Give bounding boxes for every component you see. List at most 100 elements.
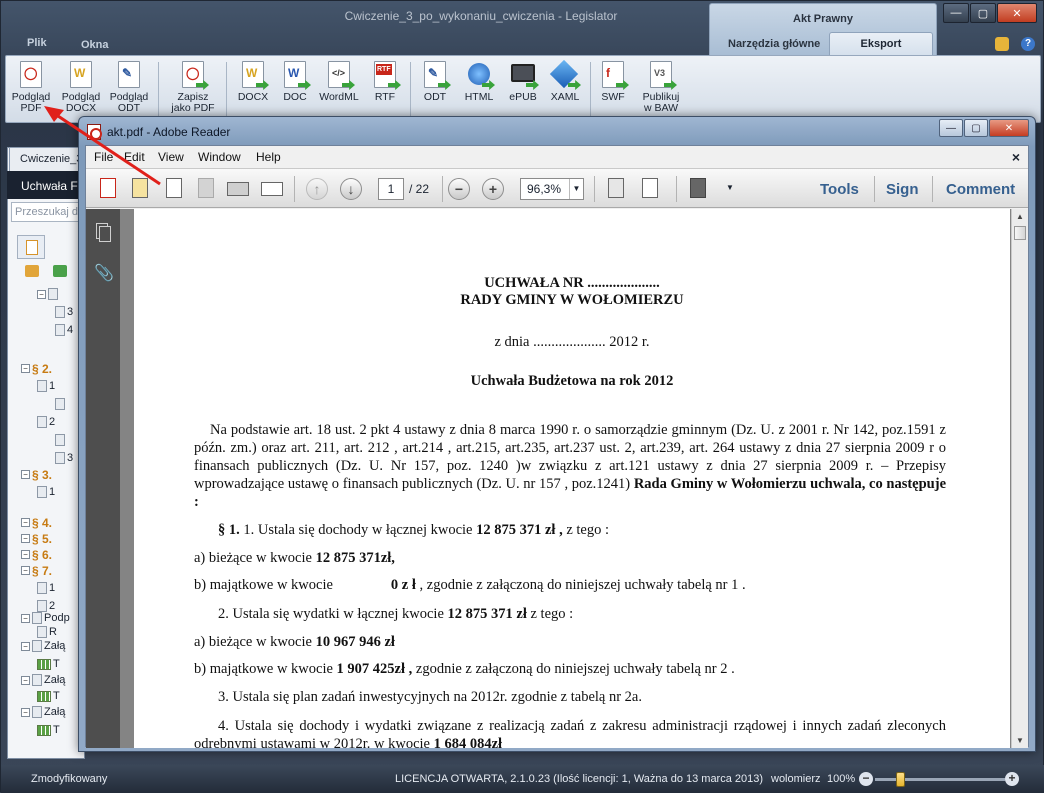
tab-eksport[interactable]: Eksport <box>829 32 933 56</box>
zoom-in-button[interactable]: + <box>1005 772 1019 786</box>
swf-button[interactable]: f SWF <box>590 58 636 122</box>
comment-pane-link[interactable]: Comment <box>946 181 1015 198</box>
edit-pdf-button[interactable] <box>162 177 186 201</box>
tree-node[interactable]: − § 6. <box>21 547 52 562</box>
expand-toggle-icon[interactable]: − <box>21 533 30 543</box>
full-screen-button[interactable] <box>686 177 710 201</box>
maximize-button[interactable]: ▢ <box>970 3 996 23</box>
expand-toggle-icon[interactable]: − <box>37 289 46 299</box>
odt-button[interactable]: ✎ ODT <box>412 58 458 122</box>
structure-search-input[interactable]: Przeszukaj do <box>11 202 85 222</box>
tree-node[interactable]: − Załą <box>21 705 65 719</box>
tree-node[interactable]: R <box>37 625 57 639</box>
folder-icon[interactable] <box>995 37 1009 51</box>
reader-maximize-button[interactable]: ▢ <box>964 119 988 137</box>
toolbar-overflow-icon[interactable]: ▼ <box>726 183 734 192</box>
tree-node[interactable]: − § 4. <box>21 515 52 530</box>
zapisz-jako-pdf-button[interactable]: ◯ Zapisz jako PDF <box>168 58 218 122</box>
tab-okna[interactable]: Okna <box>81 39 109 51</box>
wordml-button[interactable]: </> WordML <box>316 58 362 122</box>
create-pdf-button[interactable] <box>96 177 120 201</box>
tab-plik[interactable]: Plik <box>27 37 47 49</box>
scrollbar-thumb[interactable] <box>1014 226 1026 240</box>
tree-node[interactable]: − § 2. <box>21 361 52 376</box>
tree-node[interactable]: T <box>37 723 60 737</box>
menu-file[interactable]: File <box>94 150 113 164</box>
tree-node[interactable]: − Załą <box>21 639 65 653</box>
sign-pane-link[interactable]: Sign <box>886 181 919 198</box>
chevron-down-icon[interactable]: ▼ <box>569 179 583 199</box>
paperclip-icon[interactable]: 📎 <box>94 263 114 285</box>
previous-page-button[interactable]: ↑ <box>306 178 328 200</box>
zoom-slider-track[interactable] <box>875 778 1005 781</box>
expand-toggle-icon[interactable]: − <box>21 675 30 685</box>
epub-button[interactable]: ePUB <box>500 58 546 122</box>
document-close-icon[interactable]: × <box>1012 149 1020 165</box>
vertical-scrollbar[interactable]: ▲ ▼ <box>1011 209 1028 748</box>
podglad-docx-button[interactable]: W Podgląd DOCX <box>58 58 104 122</box>
print-button[interactable] <box>226 177 250 201</box>
tree-node[interactable]: 1 <box>37 379 55 393</box>
tree-node[interactable] <box>55 397 67 411</box>
tree-node[interactable]: T <box>37 657 60 671</box>
fit-width-button[interactable] <box>638 177 662 201</box>
reader-close-button[interactable]: ✕ <box>989 119 1029 137</box>
doc-button[interactable]: W DOC <box>272 58 318 122</box>
tree-node[interactable]: 3 <box>55 451 73 465</box>
tree-node[interactable]: 1 <box>37 581 55 595</box>
publikuj-w-baw-button[interactable]: V3 Publikuj w BAW <box>638 58 684 122</box>
close-button[interactable]: ✕ <box>997 3 1037 23</box>
fit-page-button[interactable] <box>604 177 628 201</box>
tree-node[interactable]: T <box>37 689 60 703</box>
document-tab[interactable]: Cwiczenie_3 <box>9 147 87 171</box>
expand-toggle-icon[interactable]: − <box>21 517 30 527</box>
scroll-down-icon[interactable]: ▼ <box>1016 736 1024 745</box>
tree-node[interactable]: − § 3. <box>21 467 52 482</box>
save-button[interactable] <box>194 177 218 201</box>
zoom-in-button[interactable]: + <box>482 178 504 200</box>
tree-node[interactable]: − <box>37 287 60 301</box>
zoom-out-button[interactable]: − <box>859 772 873 786</box>
tree-node[interactable]: 1 <box>37 485 55 499</box>
expand-toggle-icon[interactable]: − <box>21 565 30 575</box>
expand-toggle-icon[interactable]: − <box>21 707 30 717</box>
expand-toggle-icon[interactable]: − <box>21 641 30 651</box>
menu-view[interactable]: View <box>158 150 184 164</box>
zoom-slider-thumb[interactable] <box>896 772 905 787</box>
tree-node[interactable]: 2 <box>37 415 55 429</box>
xaml-button[interactable]: XAML <box>542 58 588 122</box>
tree-node[interactable]: − Załą <box>21 673 65 687</box>
docx-button[interactable]: W DOCX <box>230 58 276 122</box>
email-button[interactable] <box>260 177 284 201</box>
open-button[interactable] <box>128 177 152 201</box>
podglad-pdf-button[interactable]: ◯ Podgląd PDF <box>8 58 54 122</box>
reader-minimize-button[interactable]: — <box>939 119 963 137</box>
scroll-up-icon[interactable]: ▲ <box>1016 212 1024 221</box>
next-page-button[interactable]: ↓ <box>340 178 362 200</box>
tools-pane-link[interactable]: Tools <box>820 181 859 198</box>
tree-node[interactable]: − § 7. <box>21 563 52 578</box>
podglad-odt-button[interactable]: ✎ Podgląd ODT <box>106 58 152 122</box>
menu-window[interactable]: Window <box>198 150 241 164</box>
expand-toggle-icon[interactable]: − <box>21 549 30 559</box>
tab-narzedzia-glowne[interactable]: Narzędzia główne <box>728 38 820 50</box>
expand-toggle-icon[interactable]: − <box>21 613 30 623</box>
minimize-button[interactable]: — <box>943 3 969 23</box>
status-bar: Zmodyfikowany LICENCJA OTWARTA, 2.1.0.23… <box>1 765 1044 793</box>
rtf-button[interactable]: RTF RTF <box>362 58 408 122</box>
fit-page-icon <box>608 178 624 198</box>
menu-help[interactable]: Help <box>256 150 281 164</box>
tree-node[interactable]: − § 5. <box>21 531 52 546</box>
html-button[interactable]: HTML <box>456 58 502 122</box>
tree-node[interactable] <box>55 433 67 447</box>
tree-node[interactable]: − Podp <box>21 611 70 625</box>
expand-toggle-icon[interactable]: − <box>21 469 30 479</box>
zoom-out-button[interactable]: − <box>448 178 470 200</box>
expand-toggle-icon[interactable]: − <box>21 363 30 373</box>
tree-node[interactable]: 4 <box>55 323 73 337</box>
help-icon[interactable]: ? <box>1021 37 1035 51</box>
page-number-input[interactable]: 1 <box>378 178 404 200</box>
menu-edit[interactable]: Edit <box>124 150 145 164</box>
page-thumbnails-button[interactable] <box>94 221 112 243</box>
tree-node[interactable]: 3 <box>55 305 73 319</box>
